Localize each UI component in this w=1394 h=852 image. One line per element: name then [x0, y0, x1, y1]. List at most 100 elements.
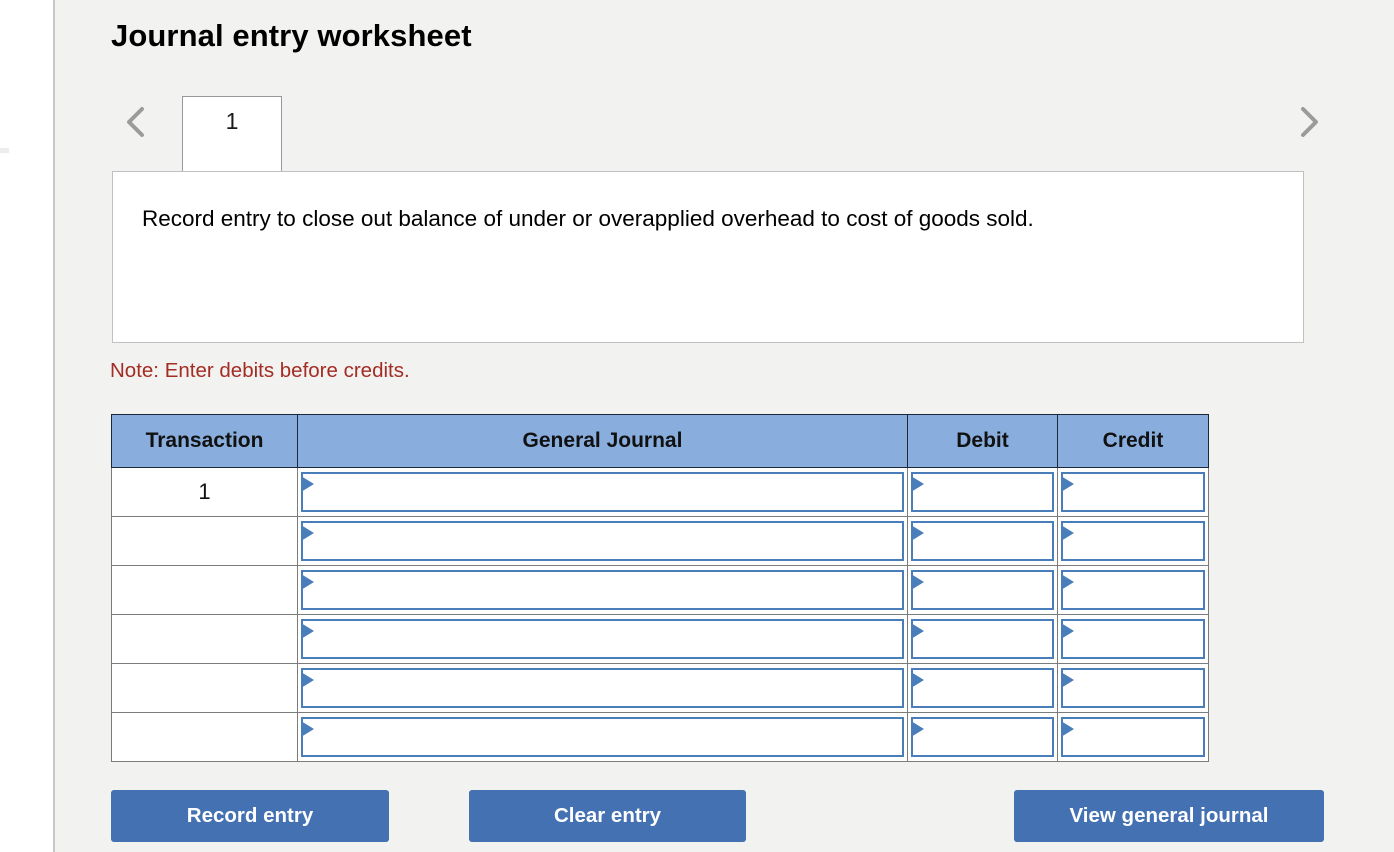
transaction-number-cell: [112, 615, 298, 664]
credit-input[interactable]: [1077, 670, 1201, 706]
dropdown-triangle-icon: [301, 525, 314, 541]
dropdown-triangle-icon: [911, 574, 924, 590]
credit-input-box[interactable]: [1061, 521, 1205, 561]
debit-input-box[interactable]: [911, 619, 1054, 659]
journal-entry-table-body: 1: [112, 468, 1209, 762]
left-edge-marker: [0, 148, 9, 153]
credit-input-box[interactable]: [1061, 668, 1205, 708]
credit-cell[interactable]: [1058, 713, 1209, 762]
dropdown-triangle-icon: [1061, 476, 1074, 492]
credit-input-box[interactable]: [1061, 570, 1205, 610]
general-journal-cell[interactable]: [298, 468, 908, 517]
entry-description-box: Record entry to close out balance of und…: [112, 171, 1304, 343]
credit-input-box[interactable]: [1061, 472, 1205, 512]
dropdown-triangle-icon: [911, 476, 924, 492]
credit-input[interactable]: [1077, 523, 1201, 559]
general-journal-cell[interactable]: [298, 664, 908, 713]
debit-input[interactable]: [927, 670, 1050, 706]
debit-cell[interactable]: [908, 468, 1058, 517]
dropdown-triangle-icon: [301, 476, 314, 492]
general-journal-cell[interactable]: [298, 615, 908, 664]
dropdown-triangle-icon: [1061, 574, 1074, 590]
chevron-right-icon: [1296, 105, 1322, 139]
debit-cell[interactable]: [908, 566, 1058, 615]
general-journal-input-box[interactable]: [301, 570, 904, 610]
credit-input[interactable]: [1077, 474, 1201, 510]
debit-input-box[interactable]: [911, 570, 1054, 610]
general-journal-input[interactable]: [317, 474, 900, 510]
transaction-number-cell: 1: [112, 468, 298, 517]
worksheet-tab-1[interactable]: 1: [182, 96, 282, 172]
debit-input[interactable]: [927, 621, 1050, 657]
column-header-transaction: Transaction: [112, 415, 298, 468]
debit-input[interactable]: [927, 572, 1050, 608]
transaction-number-cell: [112, 713, 298, 762]
debit-cell[interactable]: [908, 615, 1058, 664]
dropdown-triangle-icon: [911, 623, 924, 639]
transaction-number-cell: [112, 566, 298, 615]
journal-entry-worksheet-page: Journal entry worksheet 1 Record entry t…: [0, 0, 1394, 852]
view-general-journal-button[interactable]: View general journal: [1014, 790, 1324, 842]
credit-cell[interactable]: [1058, 517, 1209, 566]
entry-description-text: Record entry to close out balance of und…: [142, 201, 1192, 237]
dropdown-triangle-icon: [1061, 623, 1074, 639]
next-entry-button[interactable]: [1284, 96, 1334, 148]
general-journal-cell[interactable]: [298, 713, 908, 762]
record-entry-button[interactable]: Record entry: [111, 790, 389, 842]
debit-input-box[interactable]: [911, 472, 1054, 512]
clear-entry-button[interactable]: Clear entry: [469, 790, 746, 842]
credit-input[interactable]: [1077, 572, 1201, 608]
table-row: [112, 615, 1209, 664]
table-row: [112, 713, 1209, 762]
general-journal-input[interactable]: [317, 572, 900, 608]
credit-input[interactable]: [1077, 719, 1201, 755]
column-header-debit: Debit: [908, 415, 1058, 468]
dropdown-triangle-icon: [301, 574, 314, 590]
general-journal-input-box[interactable]: [301, 472, 904, 512]
debit-input[interactable]: [927, 474, 1050, 510]
debit-input-box[interactable]: [911, 521, 1054, 561]
general-journal-input[interactable]: [317, 523, 900, 559]
debit-input-box[interactable]: [911, 717, 1054, 757]
general-journal-input[interactable]: [317, 621, 900, 657]
table-header-row: Transaction General Journal Debit Credit: [112, 415, 1209, 468]
general-journal-input[interactable]: [317, 670, 900, 706]
credit-cell[interactable]: [1058, 664, 1209, 713]
column-header-general-journal: General Journal: [298, 415, 908, 468]
dropdown-triangle-icon: [911, 525, 924, 541]
column-header-credit: Credit: [1058, 415, 1209, 468]
debit-cell[interactable]: [908, 664, 1058, 713]
prev-entry-button[interactable]: [111, 96, 161, 148]
credit-cell[interactable]: [1058, 566, 1209, 615]
credit-input-box[interactable]: [1061, 619, 1205, 659]
debits-before-credits-note: Note: Enter debits before credits.: [110, 359, 410, 383]
debit-input[interactable]: [927, 523, 1050, 559]
debit-input[interactable]: [927, 719, 1050, 755]
credit-input-box[interactable]: [1061, 717, 1205, 757]
debit-input-box[interactable]: [911, 668, 1054, 708]
general-journal-cell[interactable]: [298, 566, 908, 615]
credit-input[interactable]: [1077, 621, 1201, 657]
debit-cell[interactable]: [908, 713, 1058, 762]
dropdown-triangle-icon: [1061, 721, 1074, 737]
general-journal-cell[interactable]: [298, 517, 908, 566]
table-row: 1: [112, 468, 1209, 517]
credit-cell[interactable]: [1058, 468, 1209, 517]
credit-cell[interactable]: [1058, 615, 1209, 664]
transaction-number-cell: [112, 517, 298, 566]
general-journal-input-box[interactable]: [301, 717, 904, 757]
general-journal-input-box[interactable]: [301, 521, 904, 561]
worksheet-tab-label: 1: [226, 108, 239, 135]
left-gutter: [0, 0, 53, 852]
table-row: [112, 664, 1209, 713]
page-title: Journal entry worksheet: [111, 18, 472, 54]
table-row: [112, 517, 1209, 566]
dropdown-triangle-icon: [1061, 672, 1074, 688]
journal-entry-table: Transaction General Journal Debit Credit…: [111, 414, 1209, 762]
general-journal-input-box[interactable]: [301, 619, 904, 659]
general-journal-input[interactable]: [317, 719, 900, 755]
debit-cell[interactable]: [908, 517, 1058, 566]
general-journal-input-box[interactable]: [301, 668, 904, 708]
dropdown-triangle-icon: [301, 623, 314, 639]
dropdown-triangle-icon: [911, 672, 924, 688]
